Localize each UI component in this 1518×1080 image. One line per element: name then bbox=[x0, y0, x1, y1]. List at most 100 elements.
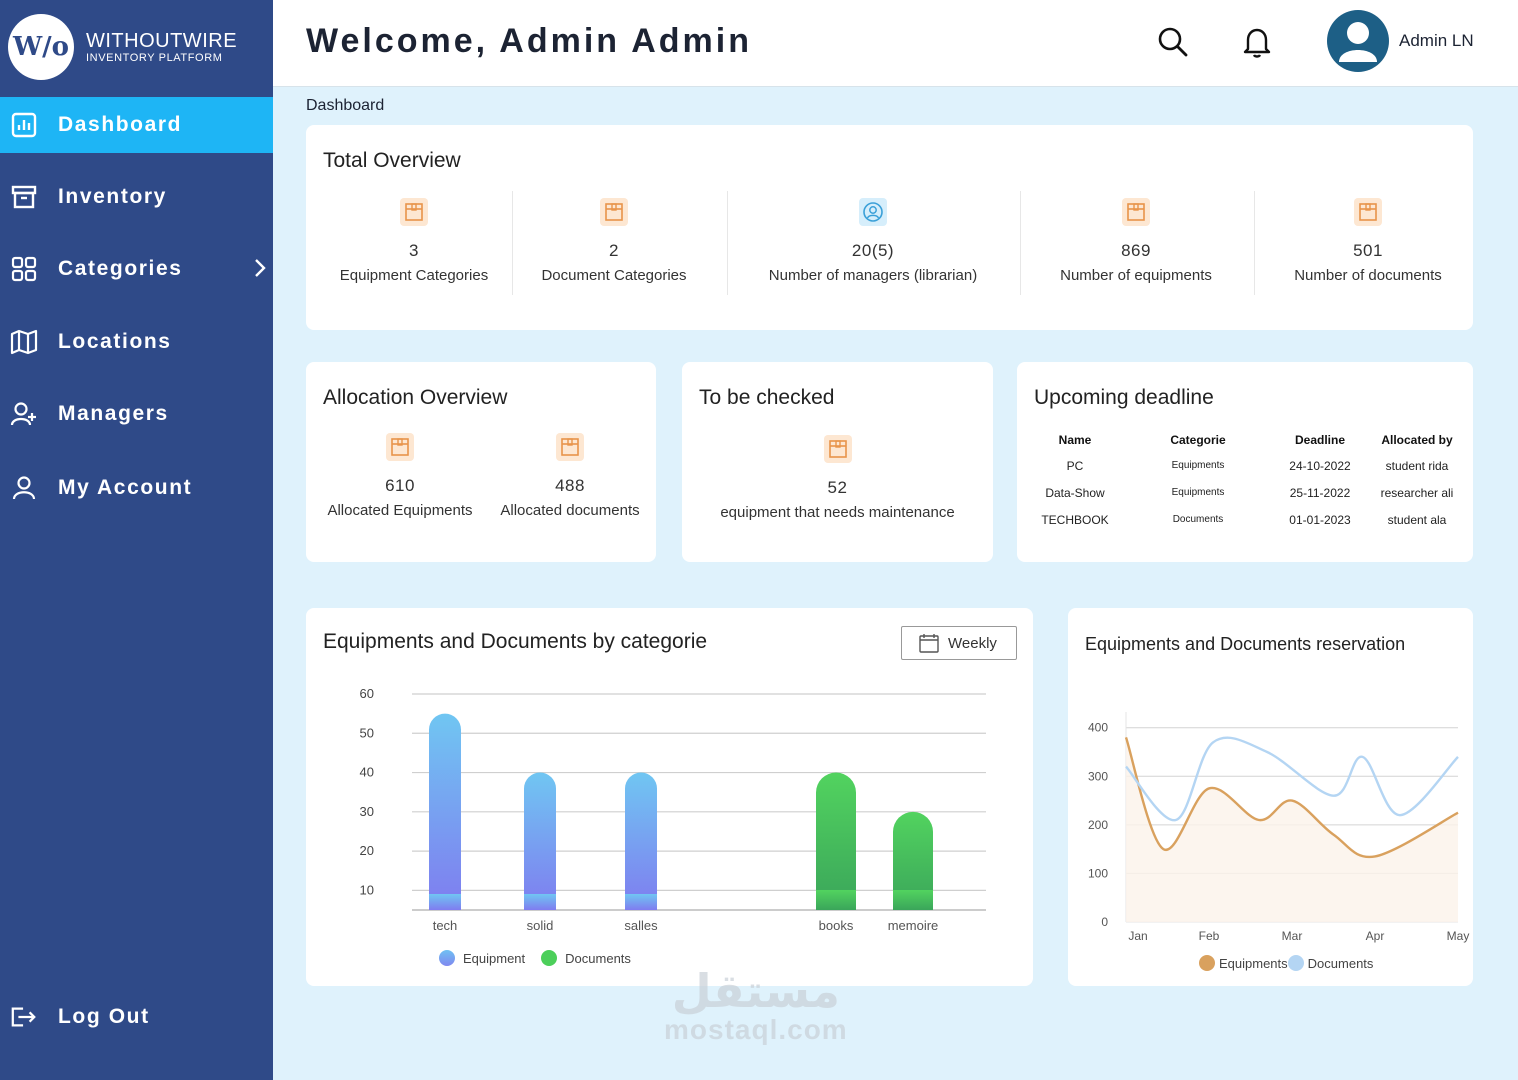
table-row[interactable]: TECHBOOK Documents 01-01-2023 student al… bbox=[1027, 506, 1467, 533]
card-title: To be checked bbox=[699, 386, 835, 409]
area-fill bbox=[1126, 737, 1458, 922]
x-tick-label: solid bbox=[527, 918, 554, 933]
bar-documents-base bbox=[893, 890, 933, 910]
stat-value: 501 bbox=[1353, 241, 1383, 260]
line-chart-legend: Equipments Documents bbox=[1199, 955, 1389, 971]
brand-name: WITHOUTWIRE bbox=[86, 29, 238, 52]
bar-equipment bbox=[625, 772, 657, 910]
bar-equipment bbox=[429, 713, 461, 910]
legend-item-equipment[interactable]: Equipment bbox=[439, 950, 525, 966]
bar-equipment-base bbox=[625, 894, 657, 910]
cell-allocated-by: student rida bbox=[1385, 458, 1449, 473]
x-tick-label: tech bbox=[433, 918, 458, 933]
chevron-right-icon[interactable] bbox=[253, 257, 267, 284]
cell-allocated-by: student ala bbox=[1387, 512, 1447, 527]
bar-chart-icon bbox=[10, 111, 38, 139]
upcoming-deadline-card: Upcoming deadline Name Categorie Deadlin… bbox=[1017, 362, 1473, 562]
sidebar-item-locations[interactable]: Locations bbox=[0, 314, 273, 370]
x-tick-label: May bbox=[1447, 929, 1470, 943]
column-header: Deadline bbox=[1294, 433, 1345, 447]
y-tick-label: 0 bbox=[1101, 915, 1108, 929]
brand[interactable]: W/o WITHOUTWIRE INVENTORY PLATFORM bbox=[8, 14, 237, 80]
top-header: Welcome, Admin Admin Admin LN bbox=[273, 0, 1518, 87]
table-row[interactable]: PC Equipments 24-10-2022 student rida bbox=[1027, 452, 1467, 479]
cell-name: PC bbox=[1066, 458, 1084, 473]
weekly-filter-label: Weekly bbox=[948, 634, 997, 652]
legend-item-equipments[interactable]: Equipments bbox=[1199, 955, 1288, 971]
weekly-filter-button[interactable]: Weekly bbox=[901, 626, 1017, 660]
legend-label: Equipments bbox=[1219, 955, 1288, 971]
brand-subtitle: INVENTORY PLATFORM bbox=[86, 51, 223, 64]
card-title: Equipments and Documents by categorie bbox=[323, 630, 708, 653]
stat-documents: 501 Number of documents bbox=[1268, 197, 1468, 284]
sidebar: W/o WITHOUTWIRE INVENTORY PLATFORM Dashb… bbox=[0, 0, 273, 1080]
legend-item-documents[interactable]: Documents bbox=[1287, 955, 1373, 971]
logout-label: Log Out bbox=[58, 1005, 150, 1028]
stat-label: Allocated documents bbox=[500, 502, 640, 519]
legend-dot bbox=[1199, 955, 1215, 971]
legend-item-documents[interactable]: Documents bbox=[541, 950, 631, 966]
legend-label: Documents bbox=[565, 950, 631, 966]
sidebar-item-dashboard[interactable]: Dashboard bbox=[0, 97, 273, 153]
bar-documents-base bbox=[816, 890, 856, 910]
sidebar-item-label: My Account bbox=[58, 476, 193, 499]
bar-chart: 10 20 30 40 50 60 tech solid salles books memoire bbox=[360, 686, 986, 933]
sidebar-item-my-account[interactable]: My Account bbox=[0, 460, 273, 516]
divider bbox=[1254, 191, 1255, 295]
stat-label: Number of documents bbox=[1294, 267, 1442, 284]
watermark-latin: mostaql.com bbox=[664, 1014, 848, 1045]
to-be-checked-card: To be checked 52 equipment that needs ma… bbox=[682, 362, 993, 562]
card-title: Total Overview bbox=[323, 149, 461, 172]
sidebar-item-managers[interactable]: Managers bbox=[0, 386, 273, 442]
cell-name: Data-Show bbox=[1045, 485, 1105, 500]
cell-deadline: 01-01-2023 bbox=[1289, 512, 1351, 527]
brand-logo: W/o bbox=[8, 14, 74, 80]
sidebar-item-label: Locations bbox=[58, 330, 172, 353]
bar-chart-card: Equipments and Documents by categorie We… bbox=[306, 608, 1033, 986]
legend-label: Equipment bbox=[463, 950, 526, 966]
bar-documents bbox=[816, 772, 856, 910]
box-icon bbox=[823, 434, 853, 464]
column-header: Name bbox=[1058, 433, 1092, 447]
stat-equipments: 869 Number of equipments bbox=[1036, 197, 1236, 284]
stat-label: Number of equipments bbox=[1060, 267, 1212, 284]
sidebar-item-label: Inventory bbox=[58, 185, 167, 208]
x-tick-label: Feb bbox=[1199, 929, 1220, 943]
x-tick-label: Mar bbox=[1282, 929, 1303, 943]
stat-label: Number of managers (librarian) bbox=[768, 267, 978, 284]
avatar[interactable] bbox=[1327, 10, 1389, 72]
cell-deadline: 25-11-2022 bbox=[1289, 485, 1351, 500]
user-plus-icon bbox=[10, 400, 38, 428]
box-icon bbox=[599, 197, 629, 227]
bell-icon[interactable] bbox=[1239, 24, 1275, 60]
cell-name: TECHBOOK bbox=[1041, 512, 1109, 527]
sidebar-item-label: Dashboard bbox=[58, 113, 183, 136]
y-tick-label: 30 bbox=[360, 804, 374, 819]
user-name[interactable]: Admin LN bbox=[1399, 31, 1474, 51]
sidebar-item-inventory[interactable]: Inventory bbox=[0, 169, 273, 225]
cell-allocated-by: researcher ali bbox=[1380, 485, 1454, 500]
logout-button[interactable]: Log Out bbox=[0, 989, 273, 1045]
total-overview-card: Total Overview 3 Equipment Categories 2 … bbox=[306, 125, 1473, 330]
sidebar-item-categories[interactable]: Categories bbox=[0, 241, 273, 297]
stat-label: Allocated Equipments bbox=[327, 502, 473, 519]
stat-label: equipment that needs maintenance bbox=[720, 504, 955, 521]
archive-box-icon bbox=[10, 183, 38, 211]
divider bbox=[1020, 191, 1021, 295]
box-icon bbox=[399, 197, 429, 227]
divider bbox=[727, 191, 728, 295]
y-tick-label: 40 bbox=[360, 765, 374, 780]
x-tick-label: memoire bbox=[888, 918, 939, 933]
stat-value: 610 bbox=[385, 476, 415, 495]
card-title: Equipments and Documents reservation bbox=[1085, 634, 1406, 654]
table-row[interactable]: Data-Show Equipments 25-11-2022 research… bbox=[1027, 479, 1467, 506]
divider bbox=[512, 191, 513, 295]
column-header: Categorie bbox=[1170, 433, 1226, 447]
bar-equipment bbox=[524, 772, 556, 910]
search-icon[interactable] bbox=[1155, 24, 1191, 60]
stat-managers: 20(5) Number of managers (librarian) bbox=[748, 197, 998, 284]
stat-label: Equipment Categories bbox=[339, 267, 489, 284]
stat-value: 20(5) bbox=[851, 241, 895, 260]
stat-value: 3 bbox=[409, 241, 419, 260]
stat-value: 869 bbox=[1121, 241, 1151, 260]
